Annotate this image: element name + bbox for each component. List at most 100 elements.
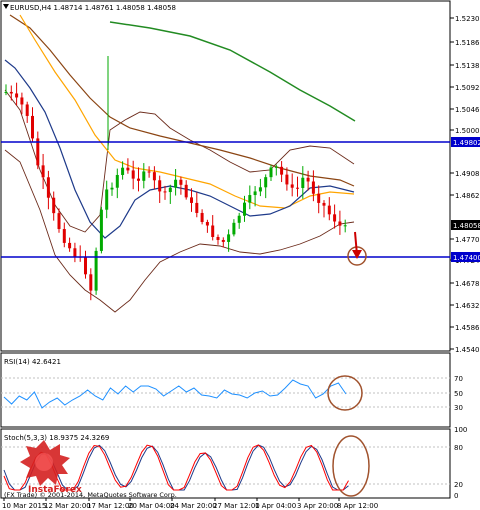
candle-body (338, 221, 342, 226)
time-tick: 27 Mar 12:00 (213, 502, 260, 510)
candle-body (274, 166, 278, 168)
candle-body (105, 189, 109, 210)
price-tick: 1.52300 (455, 15, 480, 23)
candle-body (317, 193, 321, 203)
price-tick: 1.49080 (455, 170, 480, 178)
symbol-header: EURUSD,H4 1.48714 1.48761 1.48058 1.4805… (10, 4, 176, 12)
candle-body (290, 184, 294, 188)
price-tick: 1.45860 (455, 324, 480, 332)
trading-chart: 1.52300 1.51860 1.51380 1.50920 1.50460 1.500… (0, 0, 480, 510)
price-tick: 1.48620 (455, 192, 480, 200)
candle-body (195, 202, 199, 213)
price-tick: 1.50460 (455, 106, 480, 114)
price-tick: 1.51380 (455, 62, 480, 70)
candle-body (258, 187, 262, 192)
price-tick: 1.45400 (455, 346, 480, 354)
time-tick: 12 Mar 20:00 (44, 502, 91, 510)
candle-body (110, 187, 114, 190)
candle-body (131, 170, 135, 179)
rsi-tick-70: 70 (454, 375, 463, 383)
price-tick: 1.50000 (455, 127, 480, 135)
time-tick: 3 Apr 20:00 (297, 502, 338, 510)
candle-body (221, 239, 225, 242)
stoch-label: Stoch(5,3,3) 18.9375 24.3269 (4, 434, 109, 442)
candle-body (211, 225, 215, 237)
stoch-tick-100: 100 (454, 426, 467, 434)
price-axis: 1.52300 1.51860 1.51380 1.50920 1.50460 1.500… (450, 15, 480, 354)
candle-body (121, 167, 125, 175)
candle-body (248, 195, 252, 203)
candle-body (327, 205, 331, 215)
time-tick: 10 Mar 2015 (2, 502, 46, 510)
candle-body (73, 248, 77, 257)
candle-body (243, 202, 246, 216)
time-tick: 8 Apr 12:00 (337, 502, 378, 510)
candle-body (126, 167, 130, 171)
candle-body (25, 104, 29, 116)
time-tick: 20 Mar 04:00 (128, 502, 175, 510)
candle-body (343, 225, 347, 227)
price-tick: 1.51860 (455, 39, 480, 47)
candle-body (15, 93, 19, 98)
candle-body (306, 177, 310, 182)
candle-body (285, 174, 289, 185)
candle-body (99, 209, 103, 251)
time-tick: 17 Mar 12:00 (87, 502, 134, 510)
price-tick: 1.46780 (455, 280, 480, 288)
candle-body (41, 165, 45, 178)
stoch-tick-80: 80 (454, 444, 463, 452)
stoch-tick-0: 0 (454, 492, 458, 500)
candle-body (237, 215, 241, 223)
rsi-tick-50: 50 (454, 390, 463, 398)
candle-body (227, 234, 231, 242)
candle-body (179, 179, 183, 185)
candle-body (52, 197, 56, 214)
candle-body (158, 180, 162, 192)
copyright-text: (FX Trade) © 2001-2014, MetaQuotes Softw… (4, 491, 177, 499)
candle-body (184, 184, 188, 198)
price-tick: 1.50920 (455, 84, 480, 92)
rsi-panel[interactable] (0, 352, 451, 428)
candle-body (168, 187, 172, 193)
rsi-tick-30: 30 (454, 404, 463, 412)
candle-body (89, 274, 93, 291)
rsi-label: RSI(14) 42.6421 (4, 358, 61, 366)
candle-body (296, 187, 299, 189)
candle-body (4, 91, 8, 93)
candle-body (142, 171, 146, 181)
time-tick: 1 Apr 04:00 (255, 502, 296, 510)
candle-body (280, 166, 284, 175)
price-panel[interactable] (0, 0, 451, 352)
candle-body (31, 115, 34, 139)
stoch-tick-20: 20 (454, 481, 463, 489)
candle-body (9, 91, 13, 94)
candle-body (190, 197, 193, 203)
candle-body (322, 202, 326, 206)
candle-body (152, 172, 156, 181)
candle-body (147, 171, 151, 173)
candle-body (46, 177, 50, 198)
candle-body (57, 213, 61, 230)
price-tick: 1.46320 (455, 302, 480, 310)
candle-body (311, 181, 315, 194)
candle-body (301, 177, 305, 188)
candle-body (200, 212, 204, 222)
candle-body (84, 257, 87, 275)
candle-body (269, 167, 273, 178)
time-tick: 24 Mar 20:00 (170, 502, 217, 510)
support-value: 1.47400 (453, 254, 480, 262)
candle-body (62, 229, 66, 243)
candle-body (232, 222, 236, 235)
resistance-value: 1.49802 (453, 139, 480, 147)
current-price-value: 1.48058 (453, 222, 480, 230)
candle-body (115, 174, 119, 188)
candle-body (174, 179, 178, 188)
candle-body (264, 177, 268, 188)
time-axis: 10 Mar 201512 Mar 20:0017 Mar 12:0020 Ma… (2, 498, 378, 510)
candle-body (163, 191, 167, 193)
candle-body (137, 178, 140, 181)
candle-body (205, 221, 209, 226)
candle-body (20, 97, 24, 105)
price-tick: 1.47700 (455, 236, 480, 244)
candle-body (68, 242, 72, 249)
